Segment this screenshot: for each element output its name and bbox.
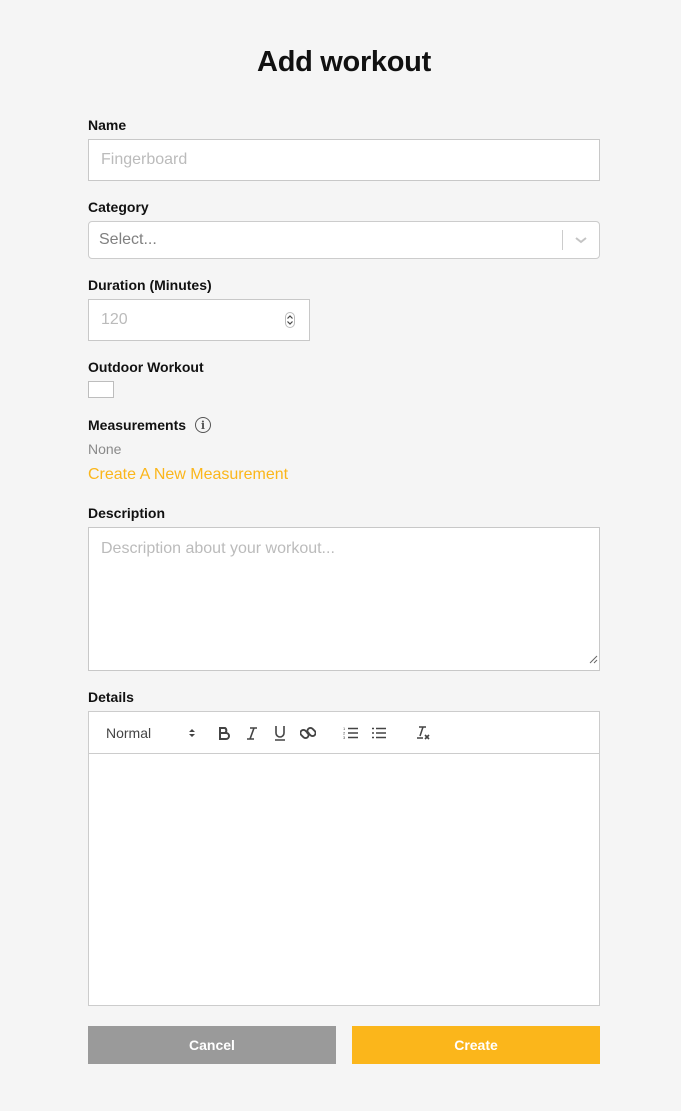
category-label: Category xyxy=(88,199,149,215)
chevron-down-icon[interactable] xyxy=(563,235,599,245)
cancel-button[interactable]: Cancel xyxy=(88,1026,336,1064)
resize-handle-icon[interactable] xyxy=(588,651,598,669)
description-label: Description xyxy=(88,505,166,521)
duration-label: Duration (Minutes) xyxy=(88,277,212,293)
updown-icon xyxy=(189,729,195,737)
link-icon xyxy=(300,727,316,739)
name-input[interactable]: Fingerboard xyxy=(88,139,600,181)
outdoor-label: Outdoor Workout xyxy=(88,359,204,375)
number-stepper-icon[interactable] xyxy=(285,312,295,328)
format-select[interactable]: Normal xyxy=(106,712,196,754)
ordered-list-icon: 123 xyxy=(343,726,358,740)
italic-button[interactable] xyxy=(241,712,263,754)
link-button[interactable] xyxy=(297,712,319,754)
bullet-list-icon xyxy=(372,727,386,739)
details-label: Details xyxy=(88,689,134,705)
format-select-value: Normal xyxy=(106,725,152,741)
details-editor: Normal 123 xyxy=(88,711,600,1006)
duration-input[interactable]: 120 xyxy=(88,299,310,341)
bold-button[interactable] xyxy=(213,712,235,754)
clear-format-button[interactable] xyxy=(412,712,434,754)
category-select[interactable]: Select... xyxy=(88,221,600,259)
info-icon[interactable]: i xyxy=(195,417,211,433)
measurements-label: Measurements xyxy=(88,417,187,433)
category-placeholder: Select... xyxy=(99,231,157,248)
editor-toolbar: Normal 123 xyxy=(89,712,599,754)
underline-button[interactable] xyxy=(269,712,291,754)
name-placeholder: Fingerboard xyxy=(101,151,188,168)
details-content[interactable] xyxy=(89,754,599,1004)
bullet-list-button[interactable] xyxy=(368,712,390,754)
description-textarea[interactable]: Description about your workout... xyxy=(88,527,600,671)
clear-format-icon xyxy=(417,726,430,740)
bold-icon xyxy=(219,727,230,740)
outdoor-checkbox[interactable] xyxy=(88,381,114,398)
description-placeholder: Description about your workout... xyxy=(101,540,335,557)
measurements-value: None xyxy=(88,441,122,457)
underline-icon xyxy=(275,726,285,741)
duration-placeholder: 120 xyxy=(101,311,128,328)
page-title: Add workout xyxy=(257,46,431,78)
name-label: Name xyxy=(88,117,127,133)
create-measurement-link[interactable]: Create A New Measurement xyxy=(88,466,288,484)
italic-icon xyxy=(247,727,257,740)
ordered-list-button[interactable]: 123 xyxy=(340,712,362,754)
create-button[interactable]: Create xyxy=(352,1026,600,1064)
svg-text:3: 3 xyxy=(343,735,346,740)
